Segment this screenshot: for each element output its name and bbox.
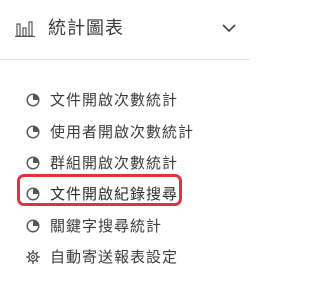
gear-icon — [26, 250, 40, 264]
section-title: 統計圖表 — [48, 18, 124, 39]
pie-chart-icon — [26, 125, 40, 139]
menu-item-label: 使用者開啟次數統計 — [50, 123, 195, 141]
menu-item-keyword-search-stats[interactable]: 關鍵字搜尋統計 — [0, 210, 250, 242]
menu-item-group-open-count[interactable]: 群組開啟次數統計 — [0, 147, 250, 179]
menu-item-label: 群組開啟次數統計 — [50, 154, 179, 172]
menu-item-document-open-log-search[interactable]: 文件開啟紀錄搜尋 — [0, 178, 250, 210]
menu-item-label: 文件開啟次數統計 — [50, 91, 179, 109]
pie-chart-icon — [26, 187, 40, 201]
menu-item-document-open-count[interactable]: 文件開啟次數統計 — [0, 84, 250, 116]
menu-item-label: 文件開啟紀錄搜尋 — [50, 185, 179, 203]
menu-item-label: 自動寄送報表設定 — [50, 248, 179, 266]
pie-chart-icon — [26, 156, 40, 170]
menu-item-auto-report-settings[interactable]: 自動寄送報表設定 — [0, 241, 250, 273]
menu-item-user-open-count[interactable]: 使用者開啟次數統計 — [0, 116, 250, 148]
menu-item-label: 關鍵字搜尋統計 — [50, 217, 163, 235]
statistics-section-header[interactable]: 統計圖表 — [0, 0, 250, 60]
statistics-menu-panel: 統計圖表 文件開啟次數統計 使用者開啟次數統計 群組開啟次數統計 文件開啟紀錄搜… — [0, 0, 250, 288]
pie-chart-icon — [26, 93, 40, 107]
chevron-down-icon[interactable] — [222, 24, 236, 33]
bar-chart-icon — [15, 21, 35, 37]
pie-chart-icon — [26, 219, 40, 233]
